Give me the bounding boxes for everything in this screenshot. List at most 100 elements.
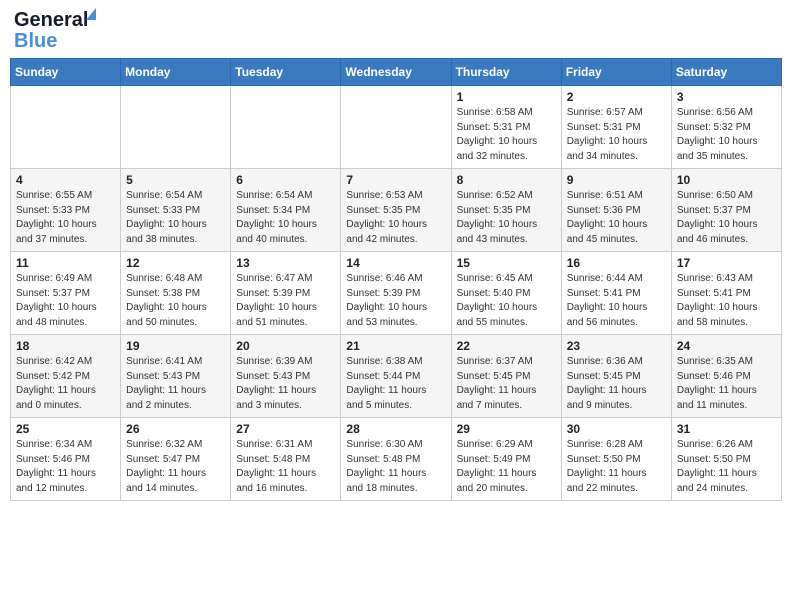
day-content: Sunrise: 6:37 AM Sunset: 5:45 PM Dayligh…: [457, 355, 556, 413]
day-content: Sunrise: 6:26 AM Sunset: 5:50 PM Dayligh…: [677, 438, 776, 496]
day-number: 13: [236, 256, 335, 270]
day-number: 1: [457, 90, 556, 104]
day-content: Sunrise: 6:41 AM Sunset: 5:43 PM Dayligh…: [126, 355, 225, 413]
calendar-cell: 13 Sunrise: 6:47 AM Sunset: 5:39 PM Dayli…: [231, 252, 341, 335]
calendar-cell: 2 Sunrise: 6:57 AM Sunset: 5:31 PM Daylig…: [561, 86, 671, 169]
header-cell-wednesday: Wednesday: [341, 59, 451, 86]
day-number: 12: [126, 256, 225, 270]
day-number: 30: [567, 422, 666, 436]
page-header: General Blue: [10, 10, 782, 52]
day-number: 11: [16, 256, 115, 270]
day-number: 31: [677, 422, 776, 436]
day-content: Sunrise: 6:45 AM Sunset: 5:40 PM Dayligh…: [457, 272, 556, 330]
day-content: Sunrise: 6:31 AM Sunset: 5:48 PM Dayligh…: [236, 438, 335, 496]
day-content: Sunrise: 6:54 AM Sunset: 5:33 PM Dayligh…: [126, 189, 225, 247]
day-content: Sunrise: 6:36 AM Sunset: 5:45 PM Dayligh…: [567, 355, 666, 413]
day-number: 25: [16, 422, 115, 436]
calendar-cell: 21 Sunrise: 6:38 AM Sunset: 5:44 PM Dayli…: [341, 335, 451, 418]
calendar-cell: 26Sunrise: 6:32 AM Sunset: 5:47 PM Dayli…: [121, 418, 231, 501]
day-content: Sunrise: 6:30 AM Sunset: 5:48 PM Dayligh…: [346, 438, 445, 496]
calendar-cell: 8 Sunrise: 6:52 AM Sunset: 5:35 PM Daylig…: [451, 169, 561, 252]
week-row-3: 11Sunrise: 6:49 AM Sunset: 5:37 PM Dayli…: [11, 252, 782, 335]
week-row-5: 25 Sunrise: 6:34 AM Sunset: 5:46 PM Dayli…: [11, 418, 782, 501]
day-content: Sunrise: 6:39 AM Sunset: 5:43 PM Dayligh…: [236, 355, 335, 413]
day-number: 15: [457, 256, 556, 270]
calendar-cell: 20 Sunrise: 6:39 AM Sunset: 5:43 PM Dayli…: [231, 335, 341, 418]
day-number: 16: [567, 256, 666, 270]
calendar-cell: 31 Sunrise: 6:26 AM Sunset: 5:50 PM Dayli…: [671, 418, 781, 501]
day-number: 18: [16, 339, 115, 353]
day-number: 20: [236, 339, 335, 353]
day-number: 21: [346, 339, 445, 353]
week-row-1: 1 Sunrise: 6:58 AM Sunset: 5:31 PM Daylig…: [11, 86, 782, 169]
day-number: 5: [126, 173, 225, 187]
day-number: 23: [567, 339, 666, 353]
header-cell-sunday: Sunday: [11, 59, 121, 86]
day-content: Sunrise: 6:28 AM Sunset: 5:50 PM Dayligh…: [567, 438, 666, 496]
header-cell-thursday: Thursday: [451, 59, 561, 86]
day-content: Sunrise: 6:42 AM Sunset: 5:42 PM Dayligh…: [16, 355, 115, 413]
day-content: Sunrise: 6:34 AM Sunset: 5:46 PM Dayligh…: [16, 438, 115, 496]
calendar-cell: 23 Sunrise: 6:36 AM Sunset: 5:45 PM Dayli…: [561, 335, 671, 418]
logo: General Blue: [14, 10, 88, 52]
calendar-cell: 22 Sunrise: 6:37 AM Sunset: 5:45 PM Dayli…: [451, 335, 561, 418]
day-content: Sunrise: 6:35 AM Sunset: 5:46 PM Dayligh…: [677, 355, 776, 413]
day-number: 14: [346, 256, 445, 270]
calendar-cell: 4 Sunrise: 6:55 AM Sunset: 5:33 PM Daylig…: [11, 169, 121, 252]
header-cell-tuesday: Tuesday: [231, 59, 341, 86]
calendar-cell: 17 Sunrise: 6:43 AM Sunset: 5:41 PM Dayli…: [671, 252, 781, 335]
day-content: Sunrise: 6:46 AM Sunset: 5:39 PM Dayligh…: [346, 272, 445, 330]
calendar-cell: 25 Sunrise: 6:34 AM Sunset: 5:46 PM Dayli…: [11, 418, 121, 501]
week-row-2: 4 Sunrise: 6:55 AM Sunset: 5:33 PM Daylig…: [11, 169, 782, 252]
header-cell-monday: Monday: [121, 59, 231, 86]
day-content: Sunrise: 6:55 AM Sunset: 5:33 PM Dayligh…: [16, 189, 115, 247]
calendar-cell: 29Sunrise: 6:29 AM Sunset: 5:49 PM Dayli…: [451, 418, 561, 501]
day-content: Sunrise: 6:58 AM Sunset: 5:31 PM Dayligh…: [457, 106, 556, 164]
day-content: Sunrise: 6:52 AM Sunset: 5:35 PM Dayligh…: [457, 189, 556, 247]
calendar-cell: 16 Sunrise: 6:44 AM Sunset: 5:41 PM Dayli…: [561, 252, 671, 335]
week-row-4: 18 Sunrise: 6:42 AM Sunset: 5:42 PM Dayli…: [11, 335, 782, 418]
calendar-cell: 14 Sunrise: 6:46 AM Sunset: 5:39 PM Dayli…: [341, 252, 451, 335]
calendar-cell: [341, 86, 451, 169]
day-content: Sunrise: 6:38 AM Sunset: 5:44 PM Dayligh…: [346, 355, 445, 413]
calendar-table: SundayMondayTuesdayWednesdayThursdayFrid…: [10, 58, 782, 501]
day-number: 2: [567, 90, 666, 104]
calendar-cell: 24Sunrise: 6:35 AM Sunset: 5:46 PM Dayli…: [671, 335, 781, 418]
calendar-cell: 6 Sunrise: 6:54 AM Sunset: 5:34 PM Daylig…: [231, 169, 341, 252]
calendar-cell: 18 Sunrise: 6:42 AM Sunset: 5:42 PM Dayli…: [11, 335, 121, 418]
day-content: Sunrise: 6:43 AM Sunset: 5:41 PM Dayligh…: [677, 272, 776, 330]
header-cell-saturday: Saturday: [671, 59, 781, 86]
day-content: Sunrise: 6:48 AM Sunset: 5:38 PM Dayligh…: [126, 272, 225, 330]
calendar-cell: 11Sunrise: 6:49 AM Sunset: 5:37 PM Dayli…: [11, 252, 121, 335]
day-number: 17: [677, 256, 776, 270]
calendar-cell: 10 Sunrise: 6:50 AM Sunset: 5:37 PM Dayli…: [671, 169, 781, 252]
calendar-cell: 7Sunrise: 6:53 AM Sunset: 5:35 PM Daylig…: [341, 169, 451, 252]
day-number: 19: [126, 339, 225, 353]
day-number: 6: [236, 173, 335, 187]
day-number: 10: [677, 173, 776, 187]
calendar-body: 1 Sunrise: 6:58 AM Sunset: 5:31 PM Daylig…: [11, 86, 782, 501]
day-content: Sunrise: 6:53 AM Sunset: 5:35 PM Dayligh…: [346, 189, 445, 247]
day-content: Sunrise: 6:54 AM Sunset: 5:34 PM Dayligh…: [236, 189, 335, 247]
day-number: 22: [457, 339, 556, 353]
header-row: SundayMondayTuesdayWednesdayThursdayFrid…: [11, 59, 782, 86]
day-content: Sunrise: 6:57 AM Sunset: 5:31 PM Dayligh…: [567, 106, 666, 164]
day-number: 9: [567, 173, 666, 187]
day-number: 28: [346, 422, 445, 436]
day-number: 4: [16, 173, 115, 187]
day-content: Sunrise: 6:47 AM Sunset: 5:39 PM Dayligh…: [236, 272, 335, 330]
calendar-cell: 3Sunrise: 6:56 AM Sunset: 5:32 PM Daylig…: [671, 86, 781, 169]
calendar-header: SundayMondayTuesdayWednesdayThursdayFrid…: [11, 59, 782, 86]
day-content: Sunrise: 6:50 AM Sunset: 5:37 PM Dayligh…: [677, 189, 776, 247]
header-cell-friday: Friday: [561, 59, 671, 86]
day-content: Sunrise: 6:44 AM Sunset: 5:41 PM Dayligh…: [567, 272, 666, 330]
day-number: 3: [677, 90, 776, 104]
calendar-cell: 27Sunrise: 6:31 AM Sunset: 5:48 PM Dayli…: [231, 418, 341, 501]
day-number: 8: [457, 173, 556, 187]
calendar-cell: 5 Sunrise: 6:54 AM Sunset: 5:33 PM Daylig…: [121, 169, 231, 252]
calendar-cell: [11, 86, 121, 169]
calendar-cell: [121, 86, 231, 169]
calendar-cell: 9Sunrise: 6:51 AM Sunset: 5:36 PM Daylig…: [561, 169, 671, 252]
calendar-cell: 30 Sunrise: 6:28 AM Sunset: 5:50 PM Dayli…: [561, 418, 671, 501]
calendar-cell: 15 Sunrise: 6:45 AM Sunset: 5:40 PM Dayli…: [451, 252, 561, 335]
